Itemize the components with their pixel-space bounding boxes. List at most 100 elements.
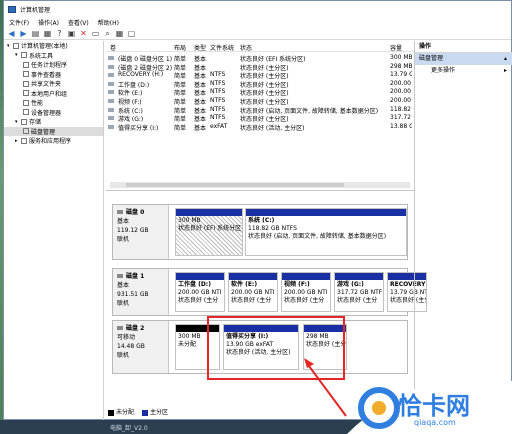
legend-swatch <box>142 409 149 416</box>
partition-title: 工作盘 (D:) <box>178 281 211 288</box>
column-header[interactable]: 类型 <box>194 43 208 52</box>
column-header[interactable]: 布局 <box>174 43 192 52</box>
partition-title: 软件 (E:) <box>231 281 258 288</box>
app-icon <box>8 5 16 13</box>
delete-icon[interactable]: ✕ <box>79 29 88 38</box>
volume-cell: NTFS <box>210 88 226 96</box>
disk-label[interactable]: 磁盘 2 可移动 14.48 GB 联机 <box>113 321 169 373</box>
volume-row[interactable]: (磁盘 0 磁盘分区 1) 简单 基本 状态良好 (EFI 系统分区) 300 MB <box>106 54 414 63</box>
expand-arrow-icon[interactable]: ▾ <box>7 43 11 49</box>
menu-item[interactable]: 帮助(H) <box>98 18 119 27</box>
tree-item[interactable]: 事件查看器 <box>4 70 103 80</box>
performance-icon <box>23 99 29 106</box>
title-bar: 计算机管理 <box>4 1 511 17</box>
tree-item[interactable]: 任务计划程序 <box>4 60 103 70</box>
computer-icon <box>13 42 19 49</box>
volume-cell: 简单 <box>174 124 187 132</box>
up-icon[interactable]: ▤ <box>31 29 40 38</box>
disk-type: 基本 <box>117 218 130 225</box>
partition[interactable]: 工作盘 (D:) 200.00 GB NTI 状态良好 (主分 <box>175 272 225 312</box>
partition[interactable]: 软件 (E:) 200.00 GB NTI 状态良好 (主分 <box>228 272 278 312</box>
volume-row[interactable]: (磁盘 2 磁盘分区 2) 简单 基本 状态良好 (主分区) 298 MB <box>106 63 414 72</box>
partition-title: 系统 (C:) <box>248 217 275 224</box>
partition-size: 118.82 GB NTFS <box>248 225 297 232</box>
partition-size: 317.72 GB NTF <box>337 289 383 296</box>
search-icon[interactable]: ⌕ <box>103 29 112 38</box>
volume-cell: 200.00 <box>390 97 411 104</box>
menu-item[interactable]: 操作(A) <box>38 18 59 27</box>
menu-item[interactable]: 文件(F) <box>9 18 29 27</box>
help-icon[interactable]: ? <box>55 29 64 38</box>
column-header[interactable]: 状态 <box>240 43 388 52</box>
partition-size: 200.00 GB NTI <box>284 289 328 296</box>
properties-icon[interactable]: ▦ <box>43 29 52 38</box>
disk-name: 磁盘 2 <box>117 324 164 333</box>
tree-item[interactable]: ▾ 计算机管理(本地) <box>4 41 103 51</box>
volume-cell: 状态良好 (活动, 主分区) <box>240 124 305 132</box>
column-header[interactable]: 文件系统 <box>210 43 238 52</box>
legend-label: 主分区 <box>150 409 169 416</box>
volume-cell: 13.79 G <box>390 71 412 79</box>
properties2-icon[interactable]: ▦ <box>115 29 124 38</box>
column-header[interactable]: 容量 <box>390 43 412 52</box>
help2-icon[interactable]: ▢ <box>127 29 136 38</box>
partition-status: 状态良好 (EFI 系统分区) <box>178 225 243 232</box>
watermark-url: qiaqa.com <box>414 418 456 427</box>
actions-header: 操作 <box>415 41 512 53</box>
taskbar-item[interactable]: 电脑_卸_V2.0 <box>110 423 148 432</box>
tree-item[interactable]: 共享文件夹 <box>4 79 103 89</box>
legend-swatch <box>108 409 114 416</box>
volume-row[interactable]: 软件 (E:) 简单 基本 NTFS 状态良好 (主分区) 200.00 <box>106 88 414 97</box>
partition[interactable]: 300 MB 状态良好 (EFI 系统分区) <box>175 208 243 256</box>
disk-status: 联机 <box>117 300 130 307</box>
tree-item[interactable]: 磁盘管理 <box>4 126 103 136</box>
window-title: 计算机管理 <box>20 6 51 14</box>
disk-size: 14.48 GB <box>117 343 145 350</box>
volume-cell: 200.00 <box>390 79 411 87</box>
tree-item[interactable]: 性能 <box>4 98 103 108</box>
volume-row[interactable]: 值得买分享 (I:) 简单 基本 exFAT 状态良好 (活动, 主分区) 13.88 G <box>106 123 414 132</box>
back-icon[interactable]: ◀ <box>7 29 16 38</box>
partition[interactable]: 视频 (F:) 200.00 GB NTI 状态良好 (主分 <box>281 272 331 312</box>
expand-arrow-icon[interactable]: ▾ <box>15 119 19 125</box>
tree-item[interactable]: ▾ 存储 <box>4 117 103 127</box>
column-header[interactable]: 卷 <box>110 43 172 52</box>
tree-item-label: 服务和应用程序 <box>29 138 72 146</box>
volume-cell: 200.00 <box>390 88 411 96</box>
disk-label[interactable]: 磁盘 1 基本 931.51 GB 联机 <box>113 269 169 315</box>
partition-size: 300 MB <box>178 217 201 224</box>
scrollbar-thumb[interactable] <box>126 183 344 187</box>
stop-icon[interactable]: ▣ <box>67 29 76 38</box>
volume-cell: NTFS <box>210 71 226 79</box>
actions-section[interactable]: 磁盘管理 ▴ <box>415 53 512 65</box>
forward-icon[interactable]: ▶ <box>19 29 28 38</box>
disk-label[interactable]: 磁盘 0 基本 119.12 GB 联机 <box>113 205 169 259</box>
volume-row[interactable]: 游戏 (G:) 简单 基本 NTFS 状态良好 (主分区) 317.72 <box>106 114 414 123</box>
disk-type: 基本 <box>117 282 130 289</box>
menu-item[interactable]: 查看(V) <box>68 18 89 27</box>
horizontal-scrollbar[interactable] <box>110 182 410 188</box>
expand-arrow-icon[interactable]: ▸ <box>15 138 19 144</box>
legend: 未分配 主分区 <box>108 407 168 416</box>
tree-item[interactable]: 设备管理器 <box>4 108 103 118</box>
expand-arrow-icon[interactable]: ▾ <box>15 52 19 58</box>
menu-bar: 文件(F) 操作(A) 查看(V) 帮助(H) <box>4 17 511 28</box>
partition-status: 状态良好 (主分 <box>337 297 378 304</box>
navigation-tree: ▾ 计算机管理(本地) ▾ 系统工具 任务计划程序 事件查看器 共享文件夹 本地用户和组 性能设… <box>4 41 104 421</box>
open-icon[interactable]: ▭ <box>91 29 100 38</box>
disk-row: 磁盘 0 基本 119.12 GB 联机 300 MB 状态良好 (EFI 系统分区) 系统… <box>112 204 408 260</box>
partition-bar <box>335 273 383 280</box>
more-actions[interactable]: 更多操作 ▸ <box>415 65 512 77</box>
tree-item[interactable]: ▸ 服务和应用程序 <box>4 136 103 146</box>
volume-row[interactable]: 工作盘 (D:) 简单 基本 NTFS 状态良好 (主分区) 200.00 <box>106 80 414 89</box>
volume-row[interactable]: RECOVERY (H:) 简单 基本 NTFS 状态良好 (主分区) 13.79 G <box>106 71 414 80</box>
volume-row[interactable]: 视频 (F:) 简单 基本 NTFS 状态良好 (主分区) 200.00 <box>106 97 414 106</box>
partition[interactable]: 游戏 (G:) 317.72 GB NTF 状态良好 (主分 <box>334 272 384 312</box>
tree-item[interactable]: ▾ 系统工具 <box>4 51 103 61</box>
legend-item: 主分区 <box>142 407 168 416</box>
volume-icon <box>108 81 114 86</box>
volume-cell: 317.72 <box>390 114 411 122</box>
partition[interactable]: 系统 (C:) 118.82 GB NTFS 状态良好 (启动, 页面文件, 故障转… <box>245 208 407 256</box>
volume-row[interactable]: 系统 (C:) 简单 基本 NTFS 状态良好 (启动, 页面文件, 故障转储, 基本数… <box>106 106 414 115</box>
tree-item[interactable]: 本地用户和组 <box>4 89 103 99</box>
